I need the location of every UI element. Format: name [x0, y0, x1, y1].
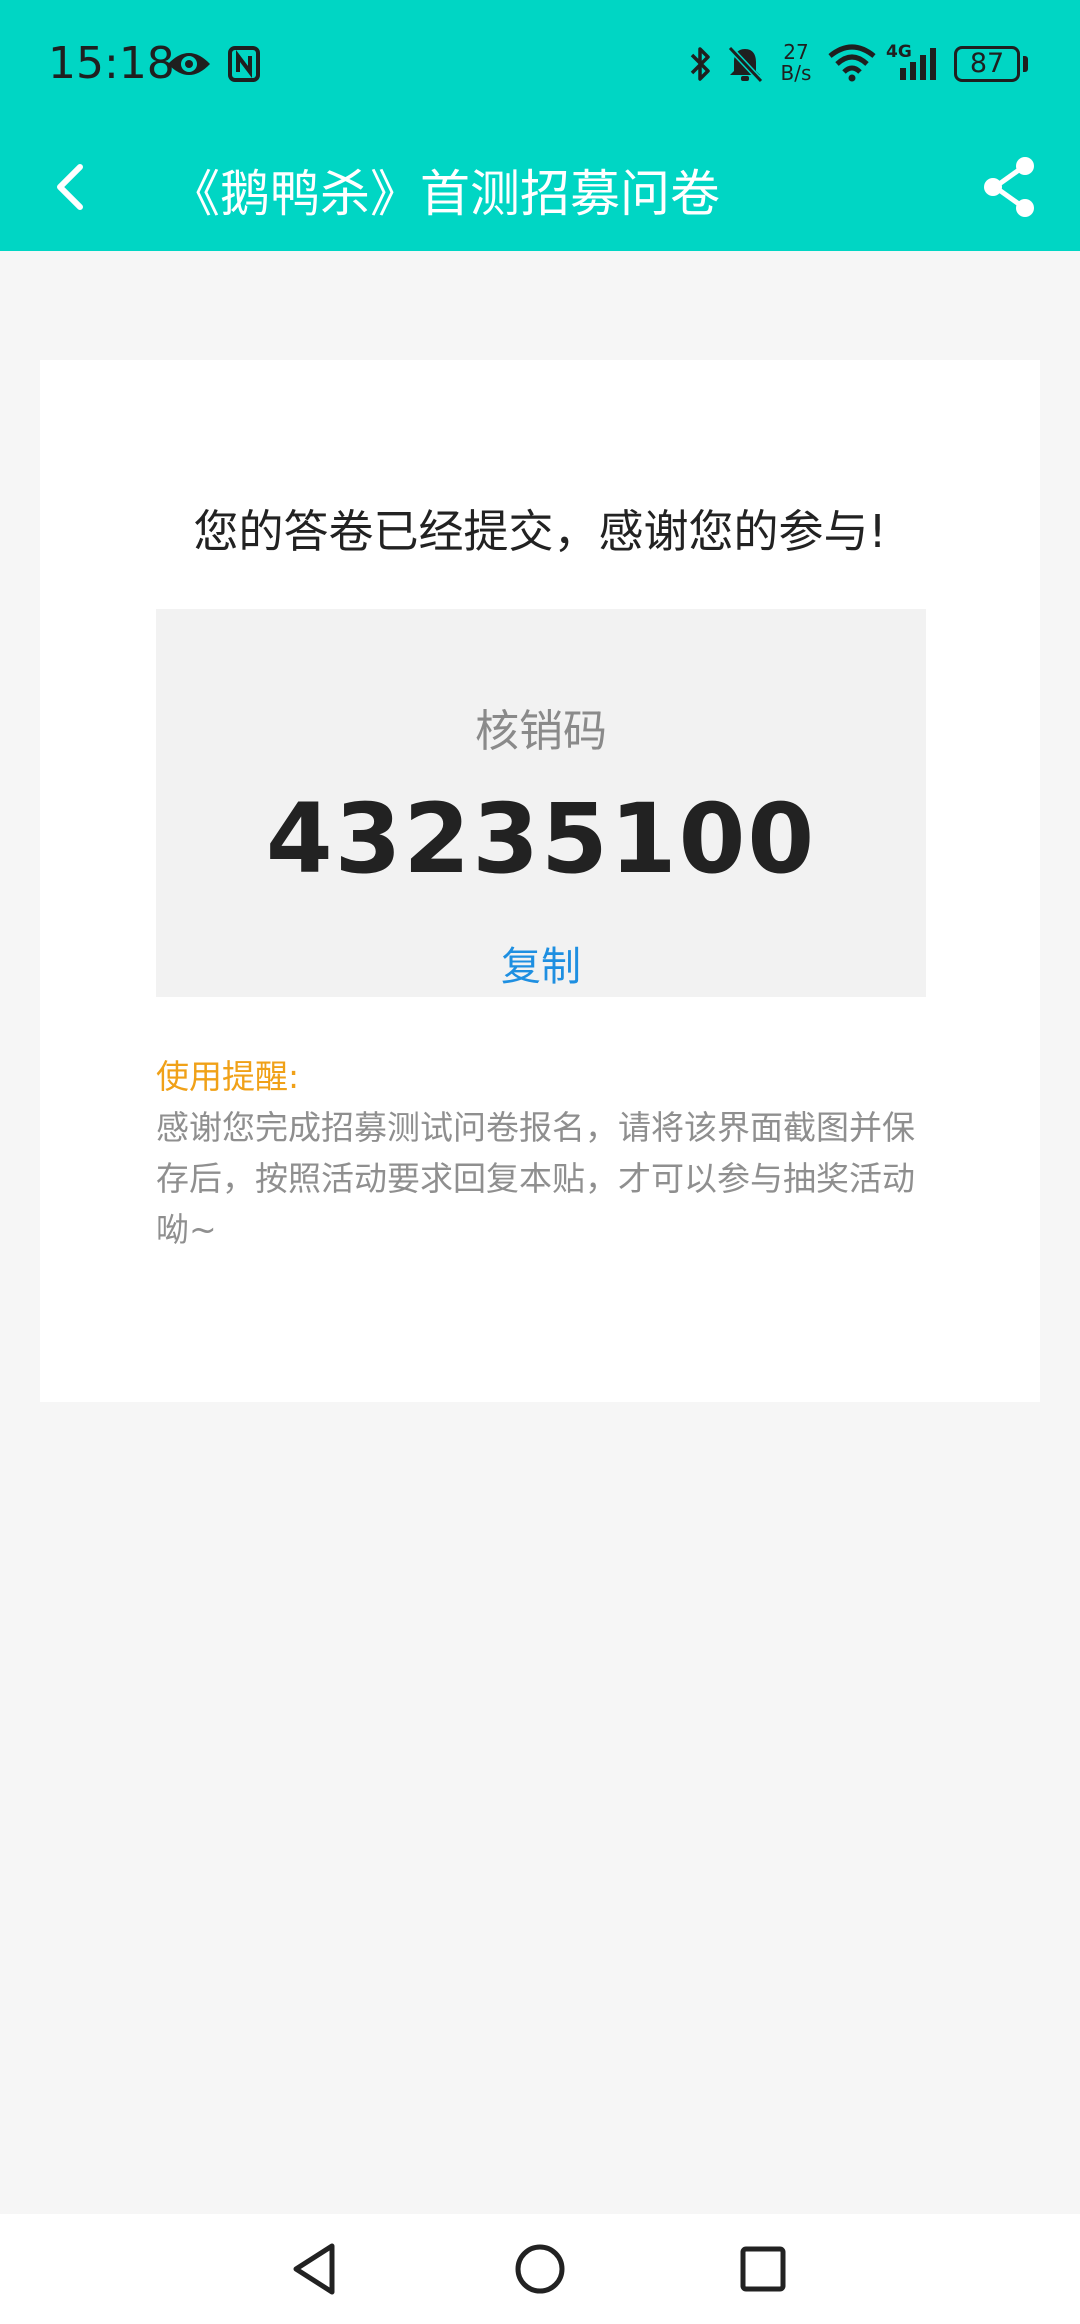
share-icon[interactable] [975, 152, 1045, 222]
system-nav-bar [0, 2214, 1080, 2324]
code-label: 核销码 [475, 706, 607, 757]
status-time: 15:18 [48, 38, 175, 89]
net-speed-unit: B/s [780, 61, 812, 85]
net-speed-value: 27 [783, 40, 809, 64]
net-speed: 27 B/s [776, 42, 816, 84]
signal-icon [900, 48, 936, 80]
page-title: 《鹅鸭杀》首测招募问卷 [170, 165, 720, 223]
verification-code-box: 核销码 43235100 复制 [156, 609, 926, 997]
system-back-icon[interactable] [282, 2236, 348, 2302]
status-bar: 15:18 27 B/s 4G 87 [0, 0, 1080, 130]
battery-tip [1023, 56, 1028, 72]
battery-indicator: 87 [954, 46, 1020, 82]
wifi-icon [828, 44, 876, 82]
code-value: 43235100 [265, 783, 817, 895]
result-card: 您的答卷已经提交，感谢您的参与! 核销码 43235100 复制 使用提醒: 感… [40, 360, 1040, 1402]
copy-button[interactable]: 复制 [481, 934, 601, 990]
eye-icon [168, 53, 210, 75]
system-recents-icon[interactable] [730, 2236, 796, 2302]
nav-bar: 《鹅鸭杀》首测招募问卷 [0, 130, 1080, 251]
bell-muted-icon [727, 45, 764, 84]
system-home-icon[interactable] [507, 2236, 573, 2302]
back-arrow-icon[interactable] [40, 152, 110, 222]
top-app-bar: 15:18 27 B/s 4G 87 《鹅鸭杀》首测招募问卷 [0, 0, 1080, 251]
submission-message: 您的答卷已经提交，感谢您的参与! [193, 505, 887, 558]
tip-text: 感谢您完成招募测试问卷报名，请将该界面截图并保存后，按照活动要求回复本贴，才可以… [156, 1108, 915, 1249]
tip-title: 使用提醒: [156, 1057, 300, 1096]
bluetooth-icon [690, 47, 710, 81]
nfc-icon [228, 46, 260, 82]
